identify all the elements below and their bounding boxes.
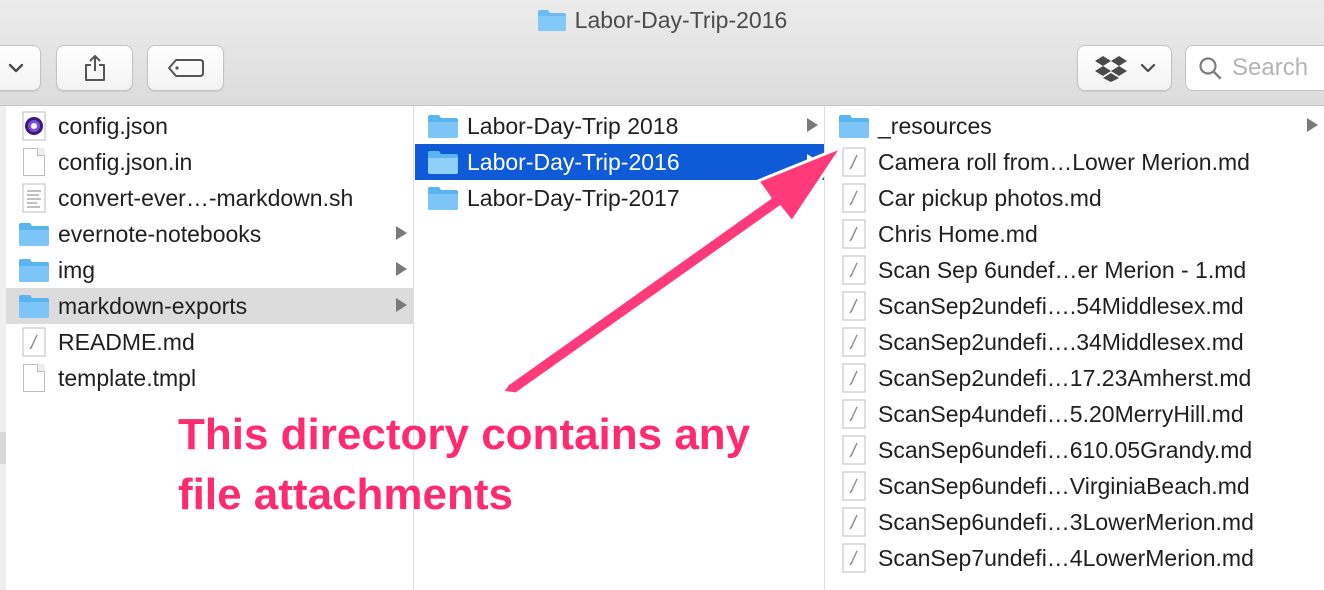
folder-icon: [18, 220, 50, 248]
list-item[interactable]: Scan Sep 6undef…er Merion - 1.md: [826, 252, 1324, 288]
share-button[interactable]: [56, 45, 133, 91]
list-item[interactable]: config.json.in: [6, 144, 413, 180]
config-json-icon: [18, 111, 50, 141]
window-toolbar: Labor-Day-Trip-2016 Search: [0, 0, 1324, 106]
markdown-icon: [838, 255, 870, 285]
search-icon: [1199, 57, 1222, 80]
list-item[interactable]: ScanSep4undefi…5.20MerryHill.md: [826, 396, 1324, 432]
list-item[interactable]: convert-ever…-markdown.sh: [6, 180, 413, 216]
view-options-button[interactable]: [0, 45, 41, 91]
item-label: ScanSep6undefi…610.05Grandy.md: [878, 437, 1253, 463]
list-item[interactable]: ScanSep2undefi….54Middlesex.md: [826, 288, 1324, 324]
disclosure-arrow-icon: [396, 262, 407, 276]
window-title: Labor-Day-Trip-2016: [574, 6, 788, 33]
share-icon: [84, 55, 105, 81]
list-item[interactable]: template.tmpl: [6, 360, 413, 396]
item-label: config.json: [58, 113, 168, 139]
markdown-icon: [838, 183, 870, 213]
disclosure-arrow-icon: [1307, 118, 1318, 132]
markdown-icon: [838, 147, 870, 177]
item-label: Scan Sep 6undef…er Merion - 1.md: [878, 257, 1247, 283]
item-label: Labor-Day-Trip-2017: [467, 185, 680, 211]
column-3: _resources Camera roll from…Lower Merion…: [826, 106, 1324, 590]
item-label: Car pickup photos.md: [878, 185, 1102, 211]
item-label: README.md: [58, 329, 195, 355]
markdown-icon: [838, 471, 870, 501]
list-item[interactable]: Camera roll from…Lower Merion.md: [826, 144, 1324, 180]
list-item[interactable]: README.md: [6, 324, 413, 360]
markdown-icon: [838, 363, 870, 393]
list-item[interactable]: ScanSep6undefi…610.05Grandy.md: [826, 432, 1324, 468]
item-label: Labor-Day-Trip-2016: [467, 149, 680, 175]
list-item[interactable]: ScanSep7undefi…4LowerMerion.md: [826, 540, 1324, 576]
folder-icon: [18, 292, 50, 320]
markdown-icon: [838, 399, 870, 429]
list-item[interactable]: markdown-exports: [6, 288, 413, 324]
item-label: ScanSep7undefi…4LowerMerion.md: [878, 545, 1254, 571]
dropbox-menu-button[interactable]: [1077, 45, 1172, 91]
list-item[interactable]: ScanSep6undefi…VirginiaBeach.md: [826, 468, 1324, 504]
item-label: _resources: [878, 113, 992, 139]
item-label: Camera roll from…Lower Merion.md: [878, 149, 1250, 175]
markdown-icon: [838, 507, 870, 537]
document-icon: [18, 148, 50, 176]
item-label: ScanSep6undefi…3LowerMerion.md: [878, 509, 1254, 535]
list-item[interactable]: _resources: [826, 108, 1324, 144]
tag-icon: [167, 59, 204, 77]
annotation-text: This directory contains any file attachm…: [178, 410, 751, 519]
folder-icon: [18, 256, 50, 284]
disclosure-arrow-icon: [396, 226, 407, 240]
markdown-icon: [838, 543, 870, 573]
list-item[interactable]: Chris Home.md: [826, 216, 1324, 252]
markdown-icon: [838, 219, 870, 249]
item-label: evernote-notebooks: [58, 221, 262, 247]
list-item[interactable]: evernote-notebooks: [6, 216, 413, 252]
item-label: config.json.in: [58, 149, 193, 175]
dropbox-icon: [1094, 56, 1127, 82]
disclosure-arrow-icon: [807, 154, 818, 168]
list-item[interactable]: ScanSep2undefi…17.23Amherst.md: [826, 360, 1324, 396]
item-label: ScanSep4undefi…5.20MerryHill.md: [878, 401, 1244, 427]
item-label: Labor-Day-Trip 2018: [467, 113, 679, 139]
list-item[interactable]: Labor-Day-Trip-2017: [415, 180, 824, 216]
folder-icon: [427, 112, 459, 140]
list-item[interactable]: Car pickup photos.md: [826, 180, 1324, 216]
markdown-icon: [838, 291, 870, 321]
item-label: Chris Home.md: [878, 221, 1038, 247]
list-item-selected[interactable]: Labor-Day-Trip-2016: [415, 144, 824, 180]
item-label: template.tmpl: [58, 365, 197, 391]
item-label: ScanSep6undefi…VirginiaBeach.md: [878, 473, 1250, 499]
folder-icon: [427, 184, 459, 212]
disclosure-arrow-icon: [396, 298, 407, 312]
chevron-down-icon: [1140, 63, 1155, 73]
folder-icon: [427, 148, 459, 176]
markdown-icon: [838, 327, 870, 357]
list-item[interactable]: img: [6, 252, 413, 288]
script-icon: [18, 183, 50, 213]
list-item[interactable]: Labor-Day-Trip 2018: [415, 108, 824, 144]
markdown-icon: [838, 435, 870, 465]
search-field[interactable]: Search: [1185, 45, 1324, 91]
list-item[interactable]: config.json: [6, 108, 413, 144]
document-icon: [18, 364, 50, 392]
item-label: ScanSep2undefi…17.23Amherst.md: [878, 365, 1252, 391]
folder-icon: [537, 10, 566, 31]
item-label: convert-ever…-markdown.sh: [58, 185, 354, 211]
folder-icon: [838, 112, 870, 140]
item-label: ScanSep2undefi….34Middlesex.md: [878, 329, 1244, 355]
item-label: ScanSep2undefi….54Middlesex.md: [878, 293, 1244, 319]
disclosure-arrow-icon: [807, 118, 818, 132]
item-label: img: [58, 257, 96, 283]
window-title-bar: Labor-Day-Trip-2016: [0, 4, 1324, 36]
list-item[interactable]: ScanSep2undefi….34Middlesex.md: [826, 324, 1324, 360]
tag-button[interactable]: [147, 45, 224, 91]
item-label: markdown-exports: [58, 293, 248, 319]
chevron-down-icon: [8, 63, 23, 73]
search-placeholder: Search: [1232, 54, 1309, 81]
list-item[interactable]: ScanSep6undefi…3LowerMerion.md: [826, 504, 1324, 540]
markdown-icon: [18, 327, 50, 357]
